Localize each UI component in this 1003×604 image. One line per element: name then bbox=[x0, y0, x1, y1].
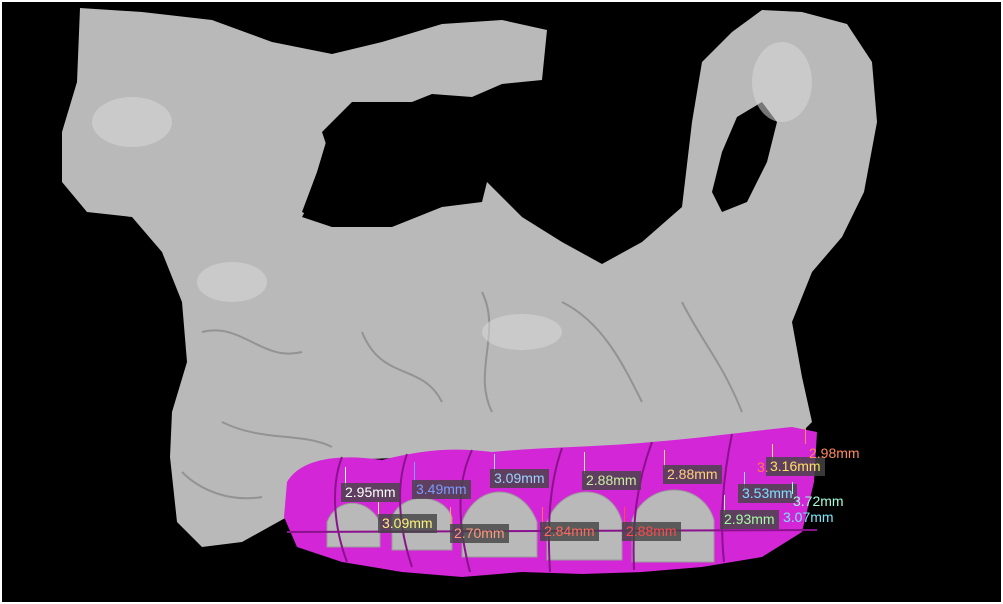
measurement-label[interactable]: 2.88mm bbox=[663, 465, 722, 484]
measurement-label[interactable]: 2.93mm bbox=[720, 510, 779, 529]
measurement-label[interactable]: 2.88mm bbox=[582, 471, 641, 490]
measurement-label[interactable]: 3.53mm bbox=[738, 484, 797, 503]
measurement-label[interactable]: 2.70mm bbox=[450, 524, 509, 543]
measurement-label[interactable]: 3.07mm bbox=[782, 508, 835, 527]
3d-viewport[interactable]: 2.95mm 3.49mm 3.09mm 2.88mm 2.88mm 3.09m… bbox=[2, 2, 1001, 602]
measurement-label[interactable]: 3. bbox=[756, 458, 770, 477]
measurement-label[interactable]: 2.98mm bbox=[808, 444, 861, 463]
skull-model[interactable] bbox=[2, 2, 1001, 602]
measurement-label[interactable]: 2.88mm bbox=[622, 522, 681, 541]
measurement-label[interactable]: 3.09mm bbox=[378, 514, 437, 533]
measurement-label[interactable]: 2.95mm bbox=[341, 483, 400, 502]
measurement-label[interactable]: 3.09mm bbox=[490, 469, 549, 488]
measurement-label[interactable]: 3.49mm bbox=[412, 480, 471, 499]
measurement-pin bbox=[805, 428, 806, 444]
measurement-label[interactable]: 2.84mm bbox=[540, 522, 599, 541]
